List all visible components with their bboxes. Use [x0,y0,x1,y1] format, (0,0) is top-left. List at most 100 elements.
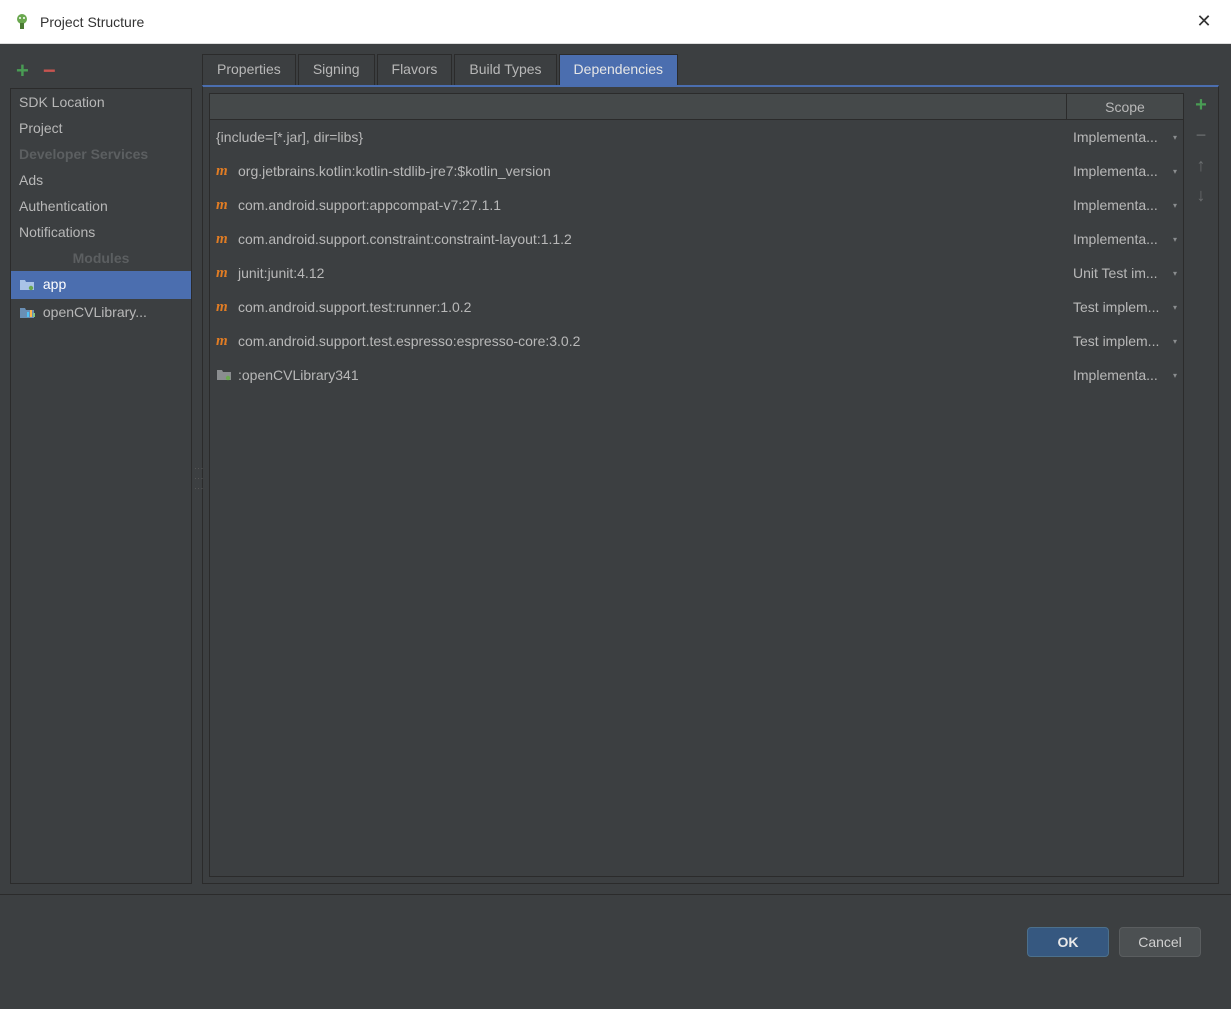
dependency-scope-cell[interactable]: Implementa...▾ [1067,367,1183,383]
tabs: Properties Signing Flavors Build Types D… [202,54,1219,85]
dependency-scope: Test implem... [1073,333,1159,349]
tab-label: Signing [313,61,360,77]
dependency-scope: Implementa... [1073,197,1158,213]
dependency-name: org.jetbrains.kotlin:kotlin-stdlib-jre7:… [238,163,551,179]
sidebar-item-label: Authentication [19,198,108,214]
dependencies-header-scope[interactable]: Scope [1067,94,1183,119]
table-row[interactable]: mcom.android.support.constraint:constrai… [210,222,1183,256]
dependency-scope-cell[interactable]: Unit Test im... ▾ [1067,265,1183,281]
dropdown-arrow-icon: ▾ [1173,337,1177,346]
header-scope-label: Scope [1105,99,1145,115]
sidebar-item-label: app [43,276,66,292]
dependency-name-cell: mcom.android.support.test:runner:1.0.2 [210,299,1067,316]
ok-label: OK [1058,934,1079,950]
tab-flavors[interactable]: Flavors [377,54,453,85]
sidebar-section-developer-services: Developer Services [11,141,191,167]
dropdown-arrow-icon: ▾ [1173,371,1177,380]
close-icon[interactable]: ✕ [1189,11,1219,32]
tab-build-types[interactable]: Build Types [454,54,556,85]
dropdown-arrow-icon: ▾ [1173,201,1177,210]
maven-icon: m [216,299,238,316]
dependency-scope-cell[interactable]: Test implem...▾ [1067,299,1183,315]
dependencies-header: Scope [210,94,1183,120]
dependency-scope-cell[interactable]: Implementa...▾ [1067,231,1183,247]
dependency-scope: Test implem... [1073,299,1159,315]
sidebar-section-modules: Modules [11,245,191,271]
sidebar-item-opencvlibrary[interactable]: openCVLibrary... [11,299,191,327]
sidebar-item-label: Project [19,120,63,136]
maven-icon: m [216,231,238,248]
dialog-body: + − SDK Location Project Developer Servi… [0,44,1231,894]
move-down-icon[interactable]: ↓ [1191,185,1211,205]
add-module-icon[interactable]: + [16,58,29,84]
move-up-icon[interactable]: ↑ [1191,155,1211,175]
table-row[interactable]: mcom.android.support:appcompat-v7:27.1.1… [210,188,1183,222]
module-lib-icon [19,305,35,322]
table-row[interactable]: :openCVLibrary341 Implementa...▾ [210,358,1183,392]
dependency-name: com.android.support.test:runner:1.0.2 [238,299,471,315]
dependency-name-cell: mcom.android.support.constraint:constrai… [210,231,1067,248]
tab-properties[interactable]: Properties [202,54,296,85]
sidebar-item-app[interactable]: app [11,271,191,299]
dependency-scope-cell[interactable]: Test implem... ▾ [1067,333,1183,349]
dependency-name: :openCVLibrary341 [238,367,359,383]
sidebar-item-label: Ads [19,172,43,188]
sidebar-item-project[interactable]: Project [11,115,191,141]
titlebar: Project Structure ✕ [0,0,1231,44]
dependency-name: com.android.support:appcompat-v7:27.1.1 [238,197,501,213]
maven-icon: m [216,333,238,350]
splitter-grip-icon[interactable]: ⋮⋮⋮ [193,464,201,500]
dependencies-panel: Scope {include=[*.jar], dir=libs} Impleme… [202,85,1219,884]
maven-icon: m [216,265,238,282]
dependency-scope-cell[interactable]: Implementa...▾ [1067,129,1183,145]
cancel-button[interactable]: Cancel [1119,927,1201,957]
table-row[interactable]: mcom.android.support.test:runner:1.0.2Te… [210,290,1183,324]
dependency-name-cell: mcom.android.support.test.espresso:espre… [210,333,1067,350]
table-row[interactable]: {include=[*.jar], dir=libs}Implementa...… [210,120,1183,154]
module-folder-icon [216,367,238,384]
tab-label: Build Types [469,61,541,77]
sidebar-item-notifications[interactable]: Notifications [11,219,191,245]
dependency-scope: Unit Test im... [1073,265,1158,281]
tab-dependencies[interactable]: Dependencies [559,54,679,85]
dependency-name: com.android.support.test.espresso:espres… [238,333,580,349]
dependency-name-cell: {include=[*.jar], dir=libs} [210,129,1067,145]
maven-icon: m [216,163,238,180]
module-folder-icon [19,277,35,294]
tab-label: Properties [217,61,281,77]
table-row[interactable]: morg.jetbrains.kotlin:kotlin-stdlib-jre7… [210,154,1183,188]
sidebar-item-label: SDK Location [19,94,105,110]
remove-dependency-icon[interactable]: − [1191,125,1211,145]
app-icon [12,12,32,32]
sidebar-section-label: Developer Services [19,146,148,162]
dependency-name-cell: morg.jetbrains.kotlin:kotlin-stdlib-jre7… [210,163,1067,180]
dependency-scope: Implementa... [1073,231,1158,247]
ok-button[interactable]: OK [1027,927,1109,957]
tab-signing[interactable]: Signing [298,54,375,85]
table-row[interactable]: mjunit:junit:4.12 Unit Test im... ▾ [210,256,1183,290]
dependencies-header-name[interactable] [210,94,1067,119]
dependency-scope: Implementa... [1073,129,1158,145]
table-row[interactable]: mcom.android.support.test.espresso:espre… [210,324,1183,358]
dependency-name-cell: mcom.android.support:appcompat-v7:27.1.1 [210,197,1067,214]
sidebar-item-ads[interactable]: Ads [11,167,191,193]
remove-module-icon[interactable]: − [43,58,56,84]
tab-label: Flavors [392,61,438,77]
dropdown-arrow-icon: ▾ [1173,269,1177,278]
dependency-scope: Implementa... [1073,163,1158,179]
dependency-name: junit:junit:4.12 [238,265,324,281]
dependency-scope-cell[interactable]: Implementa... ▾ [1067,197,1183,213]
dialog-footer: OK Cancel [0,894,1231,1009]
window-title: Project Structure [40,14,1189,30]
dependency-scope-cell[interactable]: Implementa...▾ [1067,163,1183,179]
content-area: ⋮⋮⋮ Properties Signing Flavors Build Typ… [202,54,1219,884]
dependencies-table: Scope {include=[*.jar], dir=libs} Impleme… [209,93,1184,877]
sidebar-section-label: Modules [73,250,130,266]
sidebar-item-sdk-location[interactable]: SDK Location [11,89,191,115]
dependency-name: com.android.support.constraint:constrain… [238,231,572,247]
sidebar-item-authentication[interactable]: Authentication [11,193,191,219]
dependency-name-cell: :openCVLibrary341 [210,367,1067,384]
sidebar-item-label: openCVLibrary... [43,304,147,320]
cancel-label: Cancel [1138,934,1182,950]
add-dependency-icon[interactable]: + [1191,95,1211,115]
